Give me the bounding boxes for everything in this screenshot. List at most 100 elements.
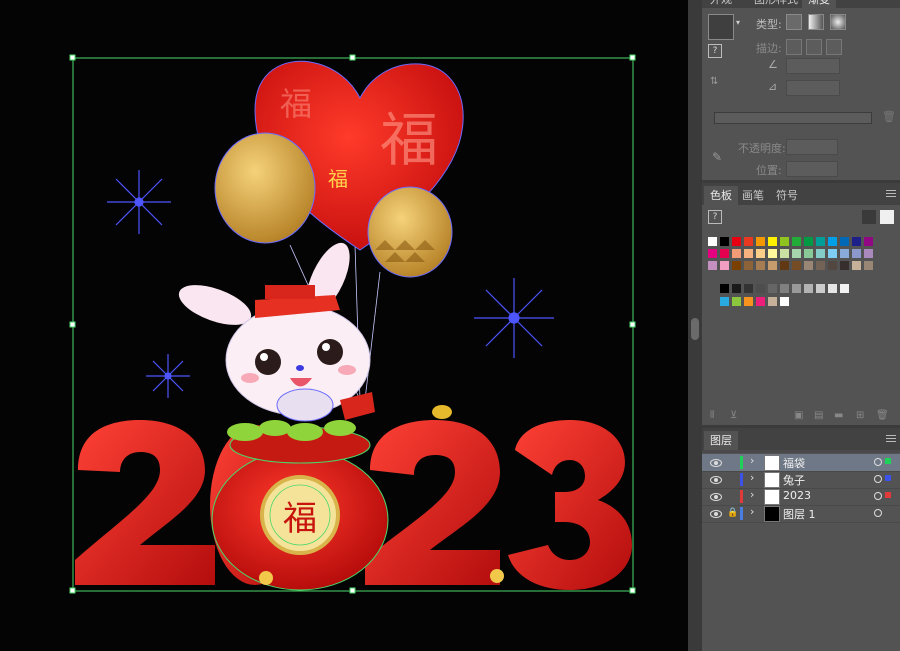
delete-swatch-icon[interactable]: 🗑 — [876, 410, 889, 421]
scrollbar-thumb[interactable] — [691, 318, 699, 340]
color-swatch[interactable] — [756, 249, 765, 258]
layer-target-icon[interactable] — [874, 458, 882, 466]
color-swatch[interactable] — [828, 261, 837, 270]
gradient-slider[interactable] — [714, 112, 872, 124]
trash-icon[interactable]: 🗑 — [882, 110, 896, 123]
expand-chevron-icon[interactable]: › — [750, 454, 754, 467]
eyedropper-icon[interactable]: ✎ — [712, 150, 722, 164]
gray-swatch[interactable] — [828, 284, 837, 293]
no-gradient-button[interactable] — [786, 14, 802, 30]
color-swatch[interactable] — [852, 261, 861, 270]
layer-target-icon[interactable] — [874, 492, 882, 500]
color-swatch[interactable] — [840, 261, 849, 270]
extra-swatch[interactable] — [732, 297, 741, 306]
color-swatch[interactable] — [804, 261, 813, 270]
artboard-canvas[interactable]: 福 福 福 福 — [0, 0, 688, 651]
tab-graphic-styles[interactable]: 图形样式 — [748, 0, 804, 9]
tab-swatches[interactable]: 色板 — [704, 186, 738, 205]
layer-name[interactable]: 福袋 — [783, 455, 805, 471]
color-swatch[interactable] — [732, 249, 741, 258]
swap-icon[interactable]: ⇅ — [710, 76, 718, 87]
gray-swatch[interactable] — [780, 284, 789, 293]
color-swatch[interactable] — [732, 237, 741, 246]
fill-stroke-icon[interactable]: ? — [708, 210, 722, 224]
gradient-fill-preview[interactable] — [708, 14, 734, 40]
visibility-eye-icon[interactable] — [710, 493, 722, 501]
color-swatch[interactable] — [708, 249, 717, 258]
color-swatch[interactable] — [792, 249, 801, 258]
color-swatch[interactable] — [744, 237, 753, 246]
opacity-field[interactable] — [786, 139, 838, 155]
layer-selection-indicator[interactable] — [885, 509, 891, 515]
layer-row[interactable]: › 2023 — [702, 488, 900, 506]
color-swatch[interactable] — [768, 261, 777, 270]
panel-menu-icon[interactable] — [886, 188, 896, 198]
color-swatch[interactable] — [816, 237, 825, 246]
layer-selection-indicator[interactable] — [885, 458, 891, 464]
layer-row[interactable]: 🔒 › 图层 1 — [702, 505, 900, 523]
color-swatch[interactable] — [804, 237, 813, 246]
color-swatch[interactable] — [756, 237, 765, 246]
layer-name[interactable]: 兔子 — [783, 472, 805, 488]
layer-name[interactable]: 2023 — [783, 489, 811, 502]
stroke-within-button[interactable] — [786, 39, 802, 55]
extra-swatch[interactable] — [768, 297, 777, 306]
color-swatch[interactable] — [792, 237, 801, 246]
stroke-across-button[interactable] — [826, 39, 842, 55]
tab-layers[interactable]: 图层 — [704, 431, 738, 450]
expand-chevron-icon[interactable]: › — [750, 471, 754, 484]
tab-gradient[interactable]: 渐变 — [802, 0, 836, 9]
layer-target-icon[interactable] — [874, 475, 882, 483]
gray-swatch[interactable] — [756, 284, 765, 293]
gray-swatch[interactable] — [816, 284, 825, 293]
tab-brushes[interactable]: 画笔 — [736, 186, 770, 205]
color-swatch[interactable] — [804, 249, 813, 258]
gray-swatch[interactable] — [804, 284, 813, 293]
color-swatch[interactable] — [816, 249, 825, 258]
visibility-eye-icon[interactable] — [710, 510, 722, 518]
color-swatch[interactable] — [792, 261, 801, 270]
new-color-group-icon[interactable]: ▣ — [794, 410, 803, 421]
chevron-down-icon[interactable]: ▾ — [736, 18, 740, 27]
color-swatch[interactable] — [864, 249, 873, 258]
help-icon[interactable]: ? — [708, 44, 722, 58]
layer-name[interactable]: 图层 1 — [783, 506, 816, 522]
linear-gradient-button[interactable] — [808, 14, 824, 30]
new-swatch-icon[interactable]: ⊞ — [856, 410, 864, 421]
color-swatch[interactable] — [864, 237, 873, 246]
folder-icon[interactable]: ▬ — [834, 410, 843, 421]
color-swatch[interactable] — [732, 261, 741, 270]
gray-swatch[interactable] — [768, 284, 777, 293]
color-swatch[interactable] — [780, 249, 789, 258]
lock-icon[interactable]: 🔒 — [727, 508, 738, 518]
visibility-eye-icon[interactable] — [710, 459, 722, 467]
layer-row[interactable]: › 兔子 — [702, 471, 900, 489]
color-swatch[interactable] — [720, 261, 729, 270]
gray-swatch[interactable] — [720, 284, 729, 293]
panel-menu-icon[interactable] — [886, 433, 896, 443]
stroke-along-button[interactable] — [806, 39, 822, 55]
color-swatch[interactable] — [756, 261, 765, 270]
extra-swatch[interactable] — [720, 297, 729, 306]
canvas-vertical-scrollbar[interactable] — [688, 0, 702, 651]
color-swatch[interactable] — [744, 249, 753, 258]
extra-swatch[interactable] — [756, 297, 765, 306]
radial-gradient-button[interactable] — [830, 14, 846, 30]
expand-chevron-icon[interactable]: › — [750, 488, 754, 501]
color-swatch[interactable] — [744, 261, 753, 270]
color-swatch[interactable] — [864, 261, 873, 270]
swatch-kinds-icon[interactable]: ⊻ — [730, 410, 737, 421]
gray-swatch[interactable] — [732, 284, 741, 293]
color-swatch[interactable] — [768, 249, 777, 258]
layer-selection-indicator[interactable] — [885, 492, 891, 498]
color-swatch[interactable] — [768, 237, 777, 246]
color-swatch[interactable] — [720, 237, 729, 246]
angle-field[interactable] — [786, 58, 840, 74]
visibility-eye-icon[interactable] — [710, 476, 722, 484]
expand-chevron-icon[interactable]: › — [750, 505, 754, 518]
gray-swatch[interactable] — [840, 284, 849, 293]
color-swatch[interactable] — [708, 261, 717, 270]
layer-row[interactable]: › 福袋 — [702, 454, 900, 472]
color-swatch[interactable] — [780, 261, 789, 270]
list-view-icon[interactable] — [862, 210, 876, 224]
